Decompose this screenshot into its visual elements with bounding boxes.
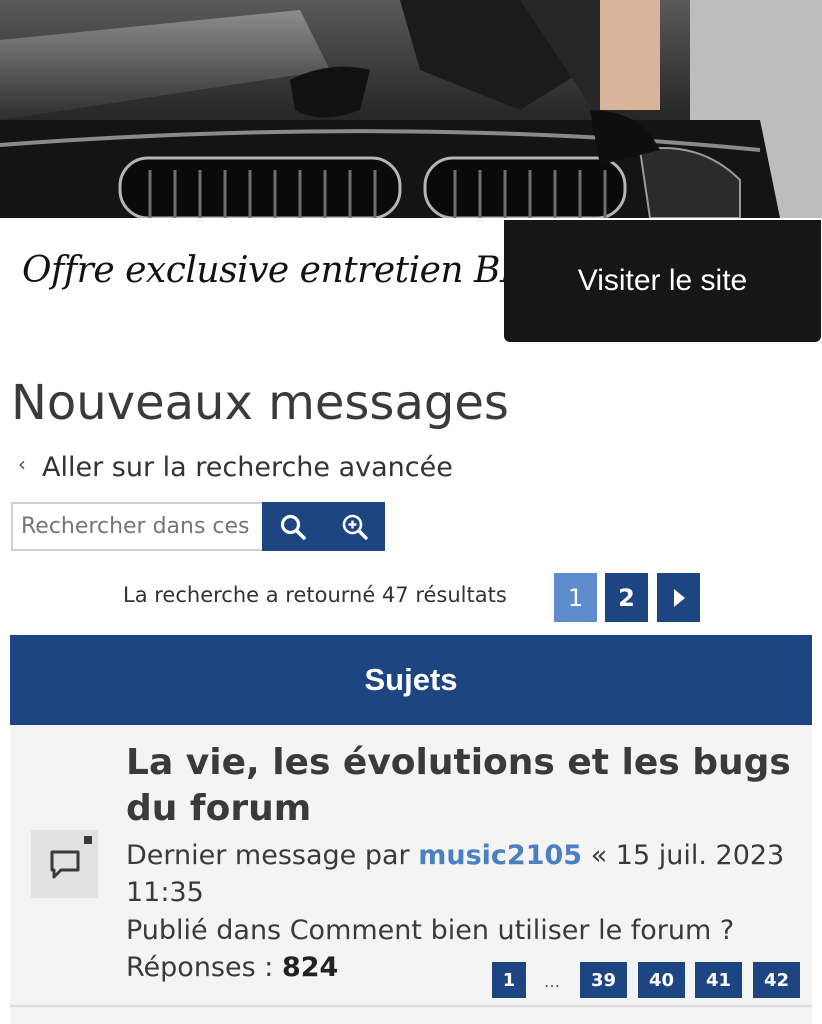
advanced-search-button[interactable] bbox=[324, 502, 385, 551]
author-link[interactable]: music2105 bbox=[418, 840, 582, 871]
page-button-current[interactable]: 1 bbox=[554, 573, 597, 622]
topic-page-button[interactable]: 40 bbox=[638, 962, 685, 998]
topic-forum: Publié dans Comment bien utiliser le for… bbox=[126, 915, 735, 946]
replies-count: 824 bbox=[281, 952, 339, 983]
ad-tagline: Offre exclusive entretien BMW bbox=[22, 250, 573, 291]
topic-last-post: Dernier message par music2105 « 15 juil.… bbox=[126, 837, 806, 911]
chevron-left-icon: ‹ bbox=[18, 451, 26, 476]
topics-header: Sujets bbox=[10, 635, 812, 725]
search-icon bbox=[280, 514, 306, 540]
triangle-right-icon bbox=[673, 588, 685, 607]
advanced-search-link[interactable]: ‹ Aller sur la recherche avancée bbox=[18, 451, 453, 484]
topic-replies: Réponses : 824 bbox=[126, 949, 338, 986]
topic-title-link[interactable]: La vie, les évolutions et les bugs du fo… bbox=[126, 740, 806, 832]
chat-bubble-icon bbox=[50, 850, 79, 879]
search-result-count: La recherche a retourné 47 résultats bbox=[123, 583, 507, 607]
page-button[interactable]: 2 bbox=[605, 573, 648, 622]
topic-row-next bbox=[10, 1007, 812, 1024]
ad-banner-image[interactable] bbox=[0, 0, 822, 218]
topic-page-button[interactable]: 41 bbox=[695, 962, 742, 998]
topic-page-button[interactable]: 42 bbox=[753, 962, 800, 998]
topic-page-button[interactable]: 39 bbox=[580, 962, 627, 998]
search-button[interactable] bbox=[262, 502, 324, 551]
search-bar bbox=[11, 502, 385, 551]
next-page-button[interactable] bbox=[657, 573, 700, 622]
search-input[interactable] bbox=[11, 502, 262, 551]
replies-label: Réponses : bbox=[126, 952, 274, 983]
last-post-prefix: Dernier message par bbox=[126, 840, 410, 871]
topic-status-icon bbox=[31, 830, 98, 898]
visit-site-button[interactable]: Visiter le site bbox=[504, 220, 821, 342]
unread-marker bbox=[84, 836, 92, 844]
page-title: Nouveaux messages bbox=[11, 375, 509, 431]
zoom-plus-icon bbox=[342, 514, 368, 540]
advanced-search-link-label: Aller sur la recherche avancée bbox=[42, 452, 453, 483]
topic-page-button[interactable]: 1 bbox=[492, 962, 526, 998]
topic-page-ellipsis: … bbox=[544, 972, 560, 991]
